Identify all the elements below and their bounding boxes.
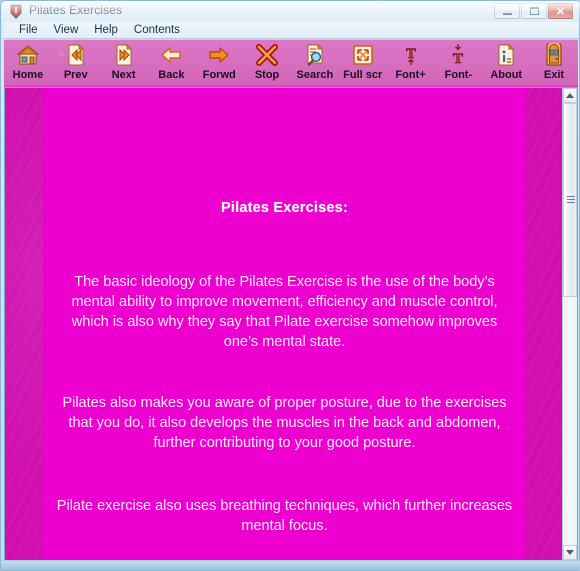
arrow-left-icon — [159, 43, 183, 67]
toolbar-label-forward: Forwd — [202, 69, 236, 81]
toolbar: Home Prev Next Back Forwd Stop Search Fu… — [4, 39, 578, 87]
x-cross-icon — [255, 43, 279, 67]
window-bottom-edge — [1, 560, 580, 570]
page-title: Pilates Exercises: — [221, 200, 348, 216]
content-viewport: Pilates Exercises: The basic ideology of… — [4, 87, 578, 561]
paragraph-2: Pilates also makes you aware of proper p… — [62, 395, 507, 451]
toolbar-label-font-increase: Font+ — [395, 69, 426, 81]
close-icon: ✕ — [555, 5, 566, 18]
scroll-up-button[interactable] — [563, 88, 577, 103]
toolbar-label-prev: Prev — [63, 69, 88, 81]
title-bar: Pilates Exercises ✕ — [1, 1, 580, 21]
toolbar-label-font-decrease: Font- — [444, 69, 473, 81]
toolbar-button-stop[interactable]: Stop — [243, 40, 291, 86]
shield-icon — [9, 4, 23, 19]
toolbar-button-font-decrease[interactable]: T Font- — [434, 40, 482, 86]
toolbar-button-home[interactable]: Home — [4, 40, 52, 86]
toolbar-button-exit[interactable]: Exit — [530, 40, 578, 86]
toolbar-label-exit: Exit — [543, 69, 565, 81]
menu-view[interactable]: View — [46, 23, 87, 38]
toolbar-button-next[interactable]: Next — [100, 40, 148, 86]
menu-help[interactable]: Help — [86, 23, 126, 38]
vertical-scrollbar[interactable] — [562, 88, 577, 560]
menu-file[interactable]: File — [11, 23, 46, 38]
toolbar-button-forward[interactable]: Forwd — [195, 40, 243, 86]
page-magnifier-icon — [303, 43, 327, 67]
menu-contents[interactable]: Contents — [126, 23, 188, 38]
maximize-button[interactable] — [521, 3, 547, 19]
close-button[interactable]: ✕ — [548, 3, 573, 19]
scroll-down-button[interactable] — [563, 545, 577, 560]
toolbar-button-font-increase[interactable]: T Font+ — [387, 40, 435, 86]
minimize-button[interactable] — [494, 3, 520, 19]
toolbar-button-search[interactable]: Search — [291, 40, 339, 86]
toolbar-label-about: About — [490, 69, 523, 81]
paragraph-3: Pilate exercise also uses breathing tech… — [56, 498, 513, 534]
page-background: Pilates Exercises: The basic ideology of… — [5, 88, 564, 560]
maximize-icon — [529, 7, 539, 15]
toolbar-button-fullscreen[interactable]: Full scr — [339, 40, 387, 86]
font-increase-icon: T — [399, 43, 423, 67]
toolbar-button-prev[interactable]: Prev — [52, 40, 100, 86]
toolbar-button-about[interactable]: About — [482, 40, 530, 86]
chevron-up-icon — [566, 93, 574, 98]
page-back-icon — [64, 43, 88, 67]
svg-text:T: T — [453, 51, 463, 67]
window-title: Pilates Exercises — [29, 3, 123, 17]
paragraph-1: The basic ideology of the Pilates Exerci… — [71, 274, 498, 350]
minimize-icon — [502, 13, 512, 15]
document-page: Pilates Exercises: The basic ideology of… — [43, 88, 526, 560]
toolbar-label-stop: Stop — [254, 69, 280, 81]
fullscreen-icon — [351, 43, 375, 67]
toolbar-button-back[interactable]: Back — [147, 40, 195, 86]
application-window: Pilates Exercises ✕ File View Help Conte… — [0, 0, 580, 571]
font-decrease-icon: T — [446, 43, 470, 67]
grip-icon — [567, 196, 575, 204]
chevron-down-icon — [566, 550, 574, 555]
toolbar-label-home: Home — [12, 69, 44, 81]
toolbar-label-fullscreen: Full scr — [343, 69, 383, 81]
menu-bar: File View Help Contents — [3, 22, 579, 39]
toolbar-label-back: Back — [158, 69, 185, 81]
info-page-icon — [494, 43, 518, 67]
page-forward-icon — [112, 43, 136, 67]
arrow-right-icon — [207, 43, 231, 67]
scrollbar-thumb[interactable] — [563, 103, 577, 297]
door-icon — [542, 40, 566, 67]
toolbar-label-next: Next — [111, 69, 136, 81]
toolbar-label-search: Search — [296, 69, 334, 81]
house-icon — [16, 43, 40, 67]
